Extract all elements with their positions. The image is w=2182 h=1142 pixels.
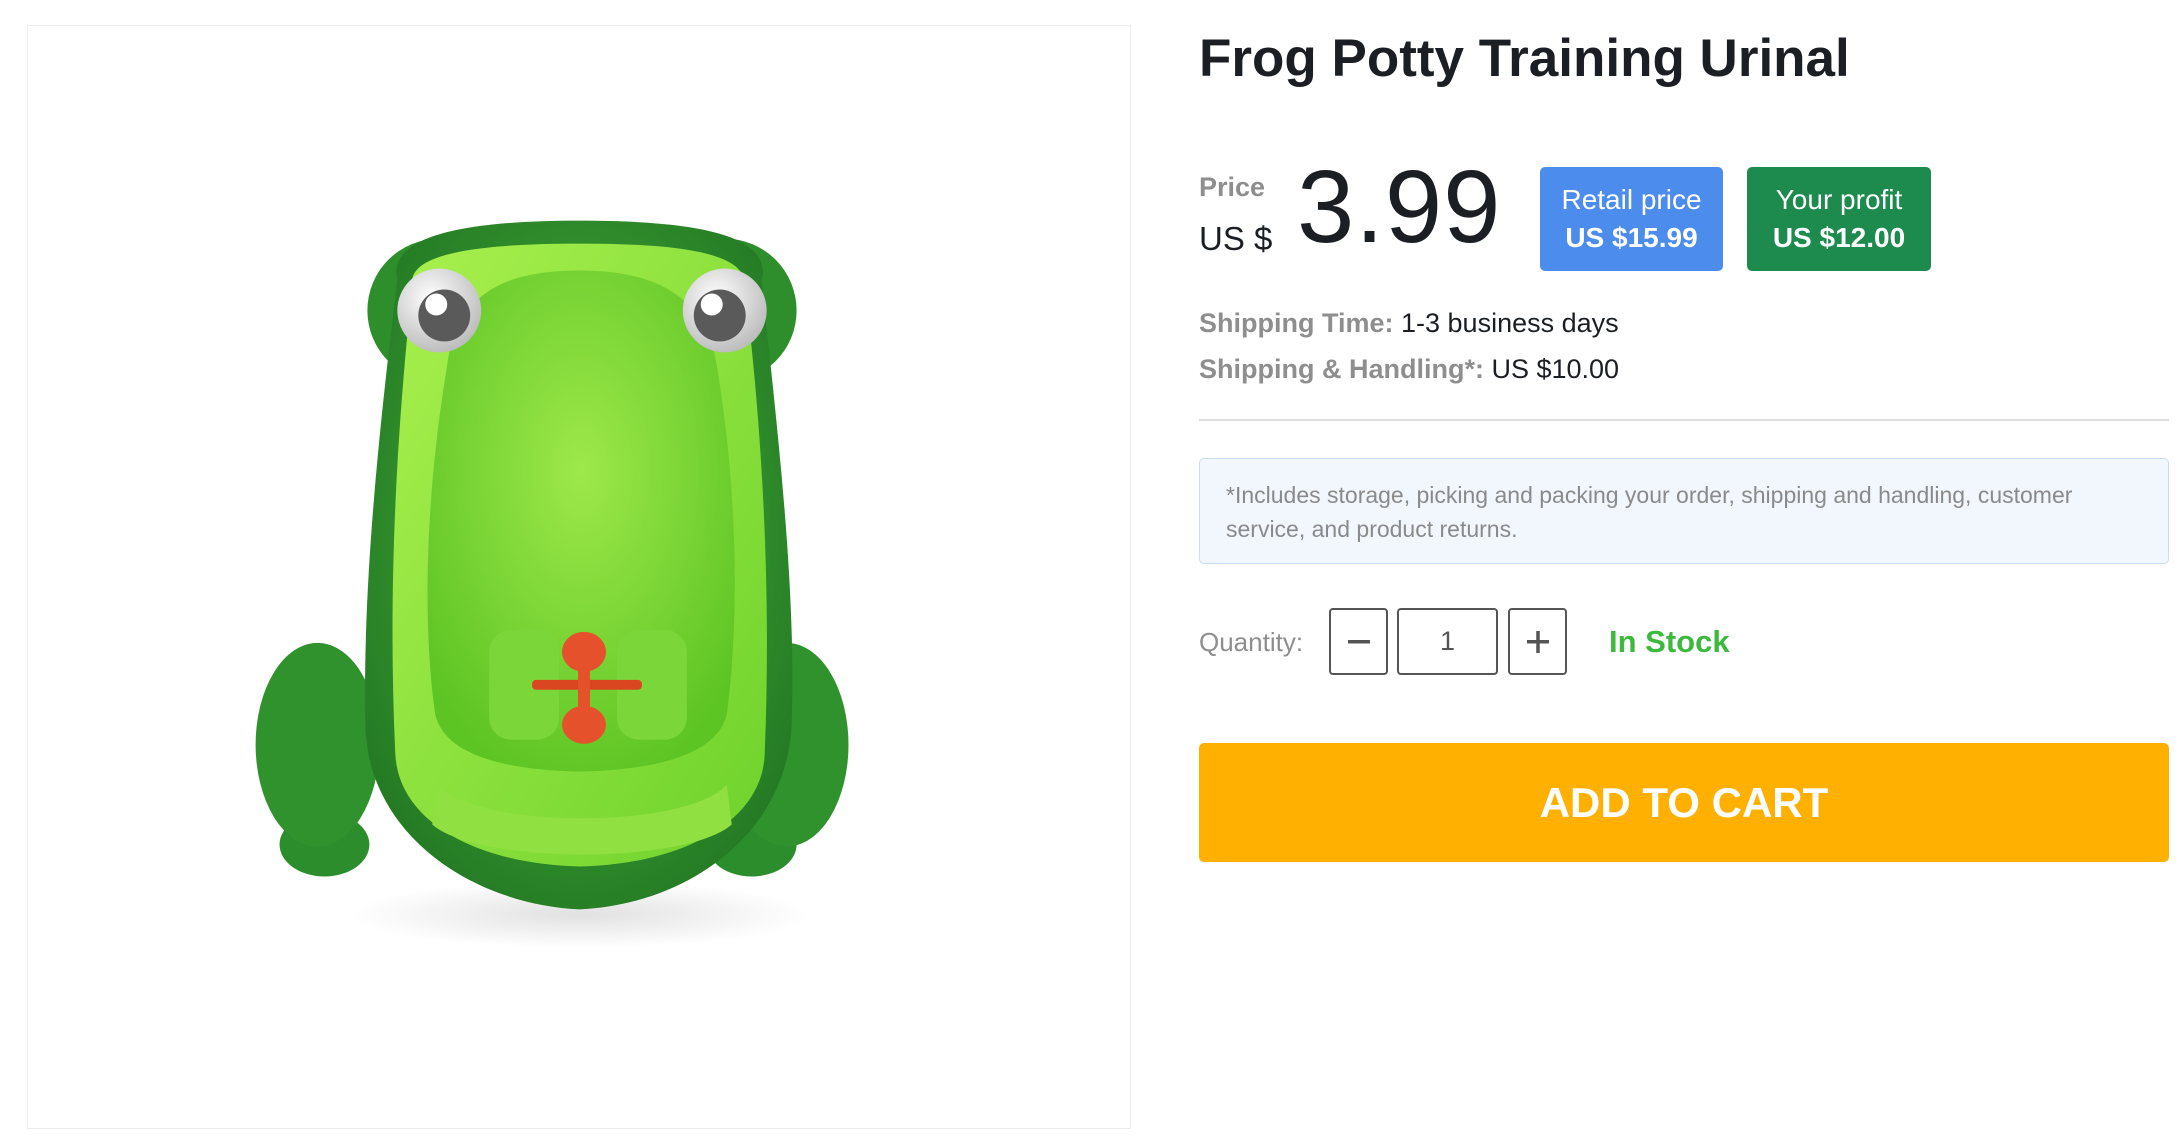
- product-details: Frog Potty Training Urinal Price US $ 3.…: [1199, 0, 2169, 1142]
- retail-price-value: US $15.99: [1565, 222, 1698, 253]
- profit-label: Your profit: [1775, 184, 1903, 215]
- shipping-handling-row: Shipping & Handling*: US $10.00: [1199, 354, 1619, 385]
- product-title: Frog Potty Training Urinal: [1199, 29, 1850, 88]
- stock-status: In Stock: [1609, 624, 1730, 659]
- shipping-time-row: Shipping Time: 1-3 business days: [1199, 308, 1619, 339]
- product-image: [255, 220, 849, 949]
- quantity-label: Quantity:: [1199, 627, 1304, 657]
- plus-icon: [1526, 630, 1549, 653]
- shipping-time-value: 1-3 business days: [1401, 308, 1619, 338]
- quantity-decrease-button[interactable]: [1329, 608, 1388, 675]
- quantity-increase-button[interactable]: [1508, 608, 1567, 675]
- retail-price-label: Retail price: [1561, 184, 1702, 215]
- price-currency: US $: [1199, 220, 1273, 257]
- shipping-handling-label: Shipping & Handling*:: [1199, 354, 1484, 384]
- price-amount: 3.99: [1297, 149, 1502, 264]
- add-to-cart-button[interactable]: ADD TO CART: [1199, 743, 2169, 862]
- shipping-time-label: Shipping Time:: [1199, 308, 1394, 338]
- profit-badge: Your profit US $12.00: [1747, 167, 1931, 271]
- profit-value: US $12.00: [1772, 222, 1906, 253]
- shipping-note: *Includes storage, picking and packing y…: [1199, 458, 2169, 564]
- divider: [1199, 419, 2169, 421]
- minus-icon: [1347, 639, 1370, 643]
- product-image-panel[interactable]: [27, 25, 1131, 1129]
- shipping-handling-value: US $10.00: [1491, 354, 1620, 384]
- retail-price-badge: Retail price US $15.99: [1540, 167, 1723, 271]
- price-label: Price: [1199, 172, 1266, 202]
- quantity-input[interactable]: [1397, 608, 1498, 675]
